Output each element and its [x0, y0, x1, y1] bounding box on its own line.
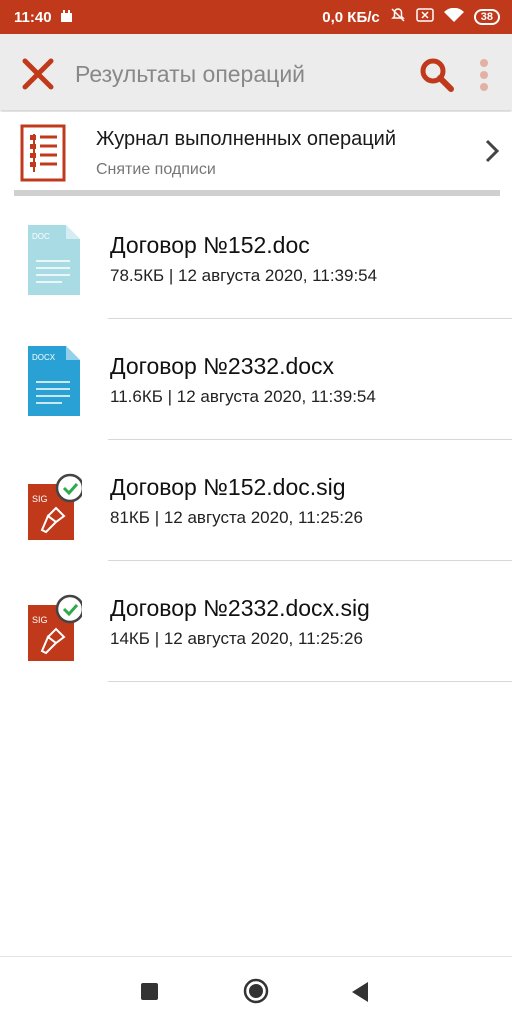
system-nav-bar [0, 956, 512, 1025]
status-time: 11:40 [14, 8, 52, 26]
list-divider [108, 681, 512, 682]
network-speed: 0,0 КБ/с [322, 8, 380, 26]
file-name: Договор №152.doc [110, 232, 310, 258]
wifi-icon [443, 7, 464, 27]
castle-icon [60, 8, 73, 26]
file-list-item[interactable]: SIG Договор №152.doc.sig 81КБ | 12 августа… [0, 442, 512, 562]
file-list-item[interactable]: SIG Договор №2332.docx.sig 14КБ | 12 авгус… [0, 563, 512, 683]
recents-button[interactable] [141, 983, 158, 1000]
file-meta: 11.6КБ | 12 августа 2020, 11:39:54 [110, 387, 376, 406]
file-name: Договор №152.doc.sig [110, 474, 346, 500]
close-icon [22, 58, 54, 90]
journal-subtitle: Снятие подписи [96, 161, 216, 178]
file-meta: 78.5КБ | 12 августа 2020, 11:39:54 [110, 266, 378, 285]
doc-file-icon: DOC [26, 225, 82, 295]
app-toolbar: Результаты операций [0, 34, 512, 110]
status-right: 0,0 КБ/с 38 [322, 7, 500, 27]
list-divider [108, 439, 512, 440]
docx-file-icon: DOCX [26, 346, 82, 416]
page-title: Результаты операций [75, 61, 306, 87]
overflow-menu-icon [480, 59, 488, 91]
mute-icon [390, 7, 406, 27]
journal-list-icon [20, 124, 66, 182]
battery-icon: 38 [473, 9, 500, 25]
file-name: Договор №2332.docx [110, 353, 335, 379]
status-bar: 11:40 0,0 КБ/с 38 [0, 0, 512, 34]
file-meta: 81КБ | 12 августа 2020, 11:25:26 [110, 508, 363, 527]
list-divider [108, 318, 512, 319]
signed-file-icon: SIG [26, 593, 85, 663]
file-list-item[interactable]: DOCX Договор №2332.docx 11.6КБ | 12 август… [0, 321, 512, 441]
back-button[interactable] [350, 981, 370, 1003]
signed-file-icon: SIG [26, 472, 85, 542]
file-type-label: SIG [32, 615, 48, 625]
search-icon [420, 58, 454, 92]
file-type-label: DOC [32, 232, 50, 241]
journal-title: Журнал выполненных операций [96, 128, 397, 150]
close-button[interactable] [22, 58, 54, 90]
search-button[interactable] [418, 56, 456, 94]
home-button[interactable] [243, 978, 269, 1004]
operations-journal-row[interactable]: Журнал выполненных операций Снятие подпи… [0, 112, 512, 190]
file-list-item[interactable]: DOC Договор №152.doc 78.5КБ | 12 августа 2… [0, 200, 512, 320]
chevron-right-icon [482, 138, 502, 164]
file-meta: 14КБ | 12 августа 2020, 11:25:26 [110, 629, 363, 648]
journal-divider [14, 190, 500, 196]
overflow-menu-button[interactable] [474, 56, 494, 94]
status-left: 11:40 [14, 8, 73, 26]
list-divider [108, 560, 512, 561]
file-type-label: DOCX [32, 353, 56, 362]
sim-icon [416, 8, 434, 26]
file-type-label: SIG [32, 494, 48, 504]
file-name: Договор №2332.docx.sig [110, 595, 370, 621]
